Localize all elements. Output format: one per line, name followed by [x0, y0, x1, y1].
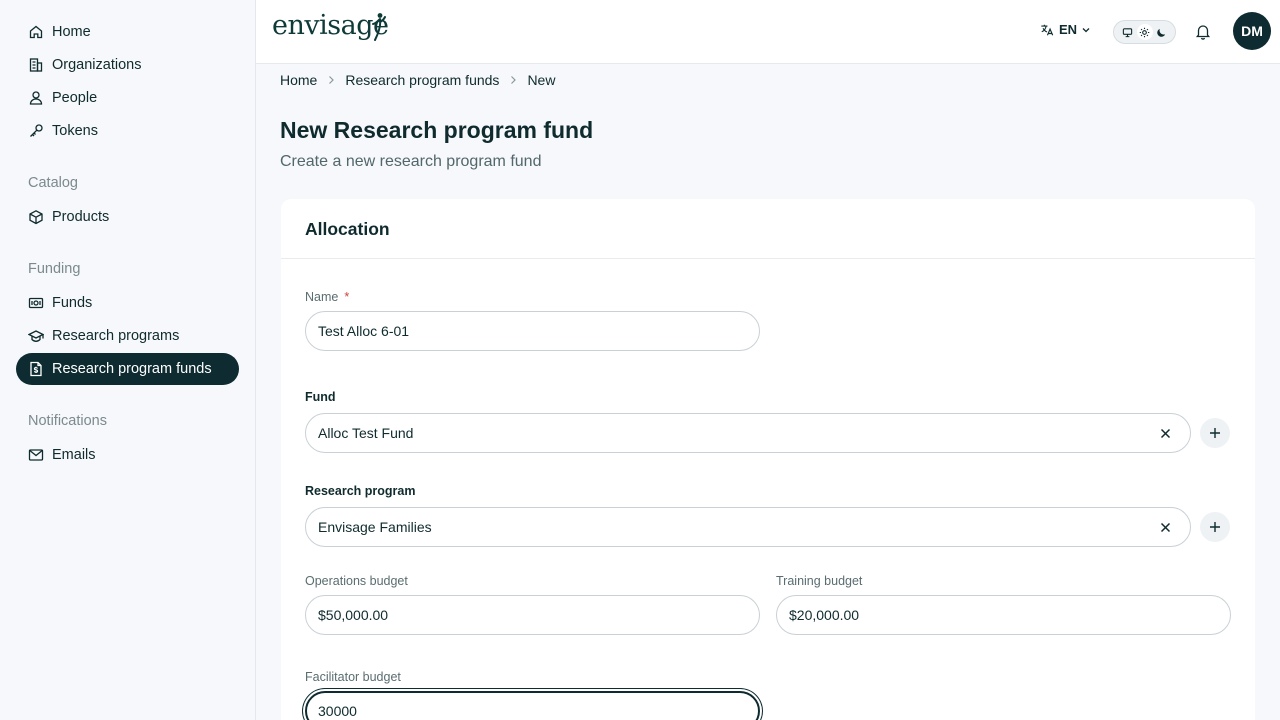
sidebar-item-people[interactable]: People [16, 82, 239, 114]
breadcrumb-research-program-funds[interactable]: Research program funds [345, 72, 499, 88]
sun-icon[interactable] [1136, 24, 1153, 40]
breadcrumb-home[interactable]: Home [280, 72, 317, 88]
sidebar-section-funding: Funding [28, 261, 81, 277]
sidebar-item-organizations[interactable]: Organizations [16, 49, 239, 81]
file-dollar-icon [28, 361, 44, 377]
sidebar-item-label: Organizations [52, 57, 142, 73]
avatar[interactable]: DM [1233, 12, 1271, 50]
breadcrumb-current: New [527, 72, 556, 88]
sidebar-item-emails[interactable]: Emails [16, 439, 239, 471]
sidebar-item-label: Products [52, 209, 110, 225]
card-header: Allocation [281, 199, 1255, 259]
box-icon [28, 209, 44, 225]
banknote-icon [28, 295, 44, 311]
sidebar-item-research-program-funds[interactable]: Research program funds [16, 353, 239, 385]
sidebar: Home Organizations People Tokens Catalog… [0, 0, 256, 720]
name-label-text: Name [305, 290, 339, 304]
graduation-cap-icon [28, 328, 44, 344]
operations-budget-input[interactable]: $50,000.00 [305, 595, 760, 635]
card-title: Allocation [305, 219, 390, 239]
sidebar-item-label: People [52, 90, 98, 106]
sidebar-item-funds[interactable]: Funds [16, 287, 239, 319]
sidebar-item-label: Tokens [52, 123, 98, 139]
sidebar-item-label: Emails [52, 447, 96, 463]
operations-budget-value: $50,000.00 [318, 607, 389, 623]
plus-icon [1210, 522, 1220, 532]
name-input[interactable]: Test Alloc 6-01 [305, 311, 760, 351]
fund-select[interactable]: Alloc Test Fund [305, 413, 1191, 453]
facilitator-budget-input[interactable]: 30000 [305, 691, 760, 720]
logo-mark-icon [372, 13, 386, 41]
fund-select-value: Alloc Test Fund [318, 425, 414, 441]
name-label: Name * [305, 290, 349, 304]
chevron-right-icon [509, 75, 517, 85]
training-budget-input[interactable]: $20,000.00 [776, 595, 1231, 635]
key-icon [28, 123, 44, 139]
language-selector[interactable]: EN [1040, 22, 1096, 37]
required-mark: * [344, 290, 350, 304]
sidebar-item-tokens[interactable]: Tokens [16, 115, 239, 147]
building-icon [28, 57, 44, 73]
monitor-icon[interactable] [1120, 24, 1136, 40]
add-research-program-button[interactable] [1200, 512, 1230, 542]
close-icon[interactable] [1158, 520, 1172, 534]
sidebar-item-label: Funds [52, 295, 93, 311]
breadcrumb: Home Research program funds New [280, 72, 555, 88]
sidebar-item-label: Home [52, 24, 91, 40]
theme-toggle[interactable] [1113, 20, 1176, 44]
top-header: envisage EN DM [256, 0, 1280, 64]
operations-budget-label: Operations budget [305, 574, 408, 588]
sidebar-section-notifications: Notifications [28, 413, 107, 429]
sidebar-item-label: Research program funds [52, 361, 212, 377]
allocation-card: Allocation Name * Test Alloc 6-01 Fund Al… [281, 199, 1255, 720]
bell-icon[interactable] [1195, 23, 1211, 40]
facilitator-budget-label: Facilitator budget [305, 670, 401, 684]
chevron-right-icon [327, 75, 335, 85]
research-program-select-value: Envisage Families [318, 519, 432, 535]
home-icon [28, 24, 44, 40]
chevron-down-icon [1082, 27, 1090, 32]
sidebar-item-research-programs[interactable]: Research programs [16, 320, 239, 352]
language-label: EN [1059, 22, 1078, 37]
translate-icon [1041, 24, 1054, 35]
facilitator-budget-value: 30000 [318, 703, 357, 719]
close-icon[interactable] [1158, 426, 1172, 440]
sidebar-item-label: Research programs [52, 328, 180, 344]
moon-icon[interactable] [1154, 24, 1170, 40]
training-budget-label: Training budget [776, 574, 863, 588]
sidebar-section-catalog: Catalog [28, 175, 78, 191]
research-program-label: Research program [305, 484, 416, 498]
fund-label: Fund [305, 390, 336, 404]
sidebar-item-home[interactable]: Home [16, 16, 239, 48]
plus-icon [1210, 428, 1220, 438]
mail-icon [28, 447, 44, 463]
add-fund-button[interactable] [1200, 418, 1230, 448]
person-icon [28, 90, 44, 106]
page-subtitle: Create a new research program fund [280, 153, 542, 170]
training-budget-value: $20,000.00 [789, 607, 860, 623]
sidebar-item-products[interactable]: Products [16, 201, 239, 233]
page-title: New Research program fund [280, 117, 594, 143]
name-input-value: Test Alloc 6-01 [318, 323, 410, 339]
research-program-select[interactable]: Envisage Families [305, 507, 1191, 547]
